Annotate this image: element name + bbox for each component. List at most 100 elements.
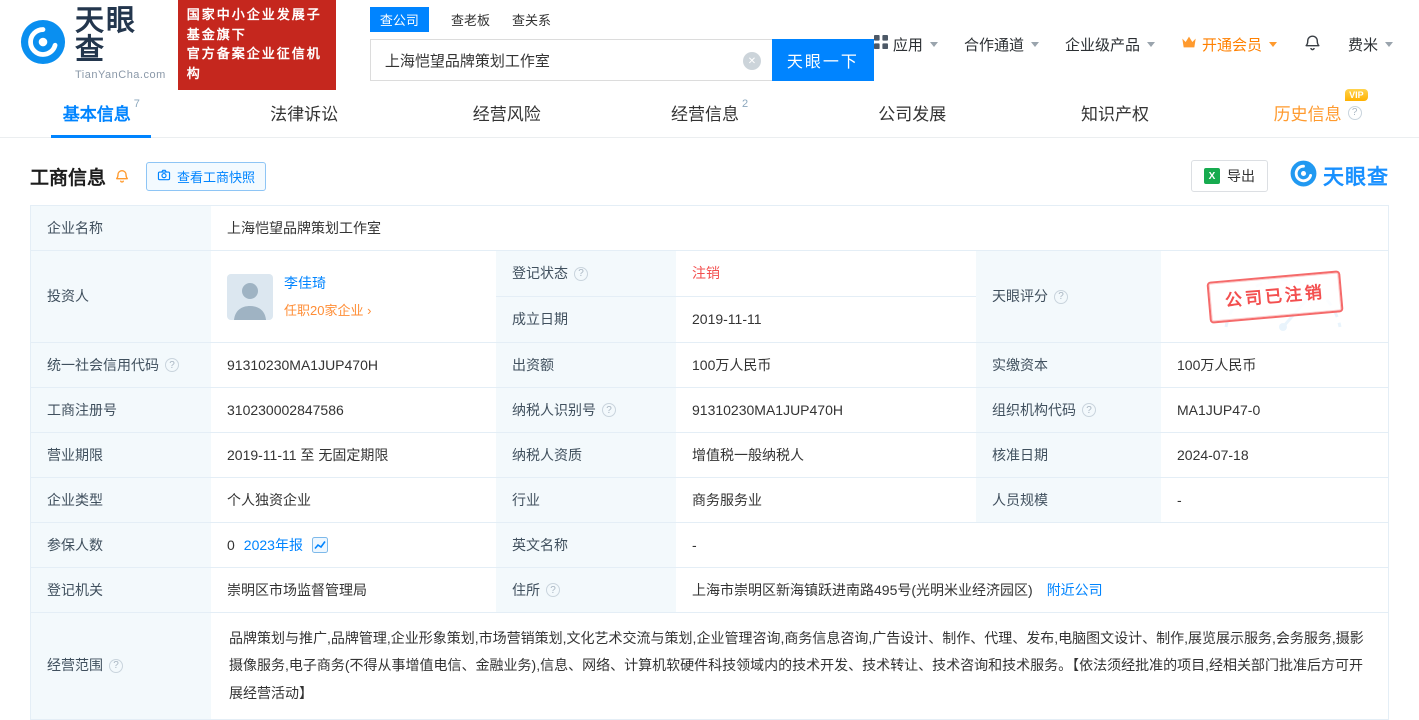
- chevron-down-icon: [1385, 41, 1393, 47]
- table-row: 统一社会信用代码 ? 91310230MA1JUP470H 出资额 100万人民…: [31, 343, 1388, 388]
- subscribe-bell-icon[interactable]: [114, 168, 130, 184]
- investor-avatar[interactable]: [227, 273, 273, 320]
- export-button[interactable]: X 导出: [1191, 160, 1268, 192]
- crown-icon: [1181, 35, 1197, 53]
- business-info-table: 企业名称 上海恺望品牌策划工作室 投资人 李佳琦 任职20家企业 › 登记状态 …: [30, 205, 1389, 720]
- taxpayer-id-label: 纳税人识别号 ?: [496, 388, 676, 432]
- help-icon[interactable]: ?: [546, 583, 560, 597]
- table-row: 营业期限 2019-11-11 至 无固定期限 纳税人资质 增值税一般纳税人 核…: [31, 433, 1388, 478]
- help-icon[interactable]: ?: [109, 658, 123, 673]
- tab-operating-info[interactable]: 经营信息 2: [608, 88, 811, 137]
- company-type-label: 企业类型: [31, 478, 211, 522]
- tab-operating-info-label: 经营信息: [670, 105, 739, 124]
- gov-certification-badge: 国家中小企业发展子基金旗下 官方备案企业征信机构: [177, 0, 336, 90]
- badge-line-1: 国家中小企业发展子基金旗下: [186, 7, 322, 42]
- camera-icon: [157, 168, 171, 185]
- logo-text: 天眼查: [75, 5, 138, 66]
- badge-line-2: 官方备案企业征信机构: [186, 46, 322, 81]
- snapshot-button-label: 查看工商快照: [177, 169, 256, 185]
- search-tab-boss[interactable]: 查老板: [451, 10, 490, 29]
- menu-cooperation[interactable]: 合作通道: [964, 34, 1039, 55]
- help-icon[interactable]: ?: [1347, 105, 1362, 120]
- tab-basic-info-label: 基本信息: [62, 105, 131, 124]
- annual-report-link[interactable]: 2023年报: [244, 535, 303, 556]
- menu-apps-label: 应用: [892, 36, 923, 54]
- tianyancha-watermark-icon: [1290, 160, 1317, 192]
- company-name-label: 企业名称: [31, 206, 211, 250]
- table-row: 参保人数 0 2023年报 英文名称 -: [31, 523, 1388, 568]
- credit-code-label: 统一社会信用代码 ?: [31, 343, 211, 387]
- tab-legal-proceedings[interactable]: 法律诉讼: [203, 88, 406, 137]
- address-value: 上海市崇明区新海镇跃进南路495号(光明米业经济园区) 附近公司: [676, 568, 1388, 612]
- tab-intellectual-property[interactable]: 知识产权: [1014, 88, 1217, 137]
- taxpayer-id-value: 91310230MA1JUP470H: [692, 401, 843, 418]
- tab-development-label: 公司发展: [878, 105, 947, 124]
- taxpayer-quality-label: 纳税人资质: [496, 433, 676, 477]
- user-menu[interactable]: 费米: [1348, 34, 1393, 55]
- tab-history-info[interactable]: 历史信息 VIP ?: [1216, 88, 1419, 137]
- search-tabs: 查公司 查老板 查关系: [369, 7, 874, 32]
- tab-history-label: 历史信息: [1273, 105, 1342, 124]
- help-icon[interactable]: ?: [1082, 403, 1096, 417]
- reg-authority-value: 崇明区市场监督管理局: [227, 581, 367, 598]
- tyc-score-label: 天眼评分 ?: [976, 251, 1161, 342]
- insured-count-label: 参保人数: [31, 523, 211, 567]
- help-icon[interactable]: ?: [602, 403, 616, 417]
- menu-cooperation-label: 合作通道: [963, 36, 1024, 54]
- tab-operating-info-count: 2: [741, 98, 749, 110]
- business-scope-value: 品牌策划与推广,品牌管理,企业形象策划,市场营销策划,文化艺术交流与策划,企业管…: [229, 630, 1364, 701]
- menu-open-vip[interactable]: 开通会员: [1181, 34, 1277, 55]
- org-code-label: 组织机构代码 ?: [976, 388, 1161, 432]
- table-row: 投资人 李佳琦 任职20家企业 › 登记状态 ? 注销 成立日期 2019-11…: [31, 251, 1388, 343]
- menu-enterprise-products[interactable]: 企业级产品: [1065, 34, 1155, 55]
- tab-operating-risk[interactable]: 经营风险: [405, 88, 608, 137]
- tab-basic-info-count: 7: [133, 98, 140, 110]
- taxpayer-quality-value: 增值税一般纳税人: [692, 446, 804, 463]
- reg-authority-label: 登记机关: [31, 568, 211, 612]
- menu-enterprise-label: 企业级产品: [1064, 36, 1140, 54]
- menu-apps[interactable]: 应用: [873, 34, 938, 55]
- tab-basic-info[interactable]: 基本信息 7: [0, 88, 203, 137]
- tab-risk-label: 经营风险: [472, 105, 541, 124]
- reg-status-label: 登记状态 ?: [496, 251, 676, 296]
- establish-date-label: 成立日期: [496, 297, 676, 342]
- search-tab-company[interactable]: 查公司: [369, 7, 429, 32]
- business-term-value: 2019-11-11 至 无固定期限: [227, 446, 389, 463]
- trend-chart-icon[interactable]: [311, 537, 328, 553]
- investor-value: 李佳琦 任职20家企业 ›: [211, 251, 496, 342]
- tianyancha-logo-icon: [20, 19, 66, 70]
- insured-count-value: 0 2023年报: [211, 523, 496, 567]
- search-tab-relation[interactable]: 查关系: [512, 10, 551, 29]
- table-row: 经营范围 ? 品牌策划与推广,品牌管理,企业形象策划,市场营销策划,文化艺术交流…: [31, 613, 1388, 719]
- investor-positions-link[interactable]: 任职20家企业 ›: [284, 303, 371, 318]
- paid-capital-value: 100万人民币: [1177, 356, 1257, 373]
- investor-name-link[interactable]: 李佳琦: [284, 273, 371, 294]
- business-info-section-header: 工商信息 查看工商快照 X 导出 天眼查: [30, 160, 1389, 192]
- nearby-companies-link[interactable]: 附近公司: [1047, 580, 1103, 601]
- help-icon[interactable]: ?: [574, 266, 588, 281]
- view-snapshot-button[interactable]: 查看工商快照: [146, 161, 267, 191]
- org-code-value: MA1JUP47-0: [1177, 401, 1261, 418]
- insured-number: 0: [227, 536, 235, 553]
- chevron-down-icon: [1146, 41, 1155, 47]
- investor-label: 投资人: [31, 251, 211, 342]
- table-row: 登记机关 崇明区市场监督管理局 住所 ? 上海市崇明区新海镇跃进南路495号(光…: [31, 568, 1388, 613]
- tianyancha-logo[interactable]: 天眼查 TianYanCha.com: [20, 7, 166, 81]
- search-button[interactable]: 天眼一下: [771, 39, 874, 81]
- search-input[interactable]: [370, 40, 772, 80]
- tyc-score-value: 公司已注销: [1161, 251, 1388, 342]
- business-term-label: 营业期限: [31, 433, 211, 477]
- industry-value: 商务服务业: [692, 491, 762, 508]
- english-name-value: -: [692, 536, 697, 553]
- clear-search-icon[interactable]: ✕: [742, 52, 761, 70]
- tab-company-development[interactable]: 公司发展: [811, 88, 1014, 137]
- table-row: 企业名称 上海恺望品牌策划工作室: [31, 206, 1388, 251]
- apps-grid-icon: [873, 35, 888, 53]
- export-button-label: 导出: [1227, 168, 1255, 184]
- help-icon[interactable]: ?: [1054, 289, 1068, 304]
- header-menu: 应用 合作通道 企业级产品 开通会员 费米: [873, 33, 1393, 56]
- notification-bell[interactable]: [1303, 33, 1322, 56]
- help-icon[interactable]: ?: [165, 358, 179, 372]
- chevron-down-icon: [1030, 41, 1039, 47]
- address-label: 住所 ?: [496, 568, 676, 612]
